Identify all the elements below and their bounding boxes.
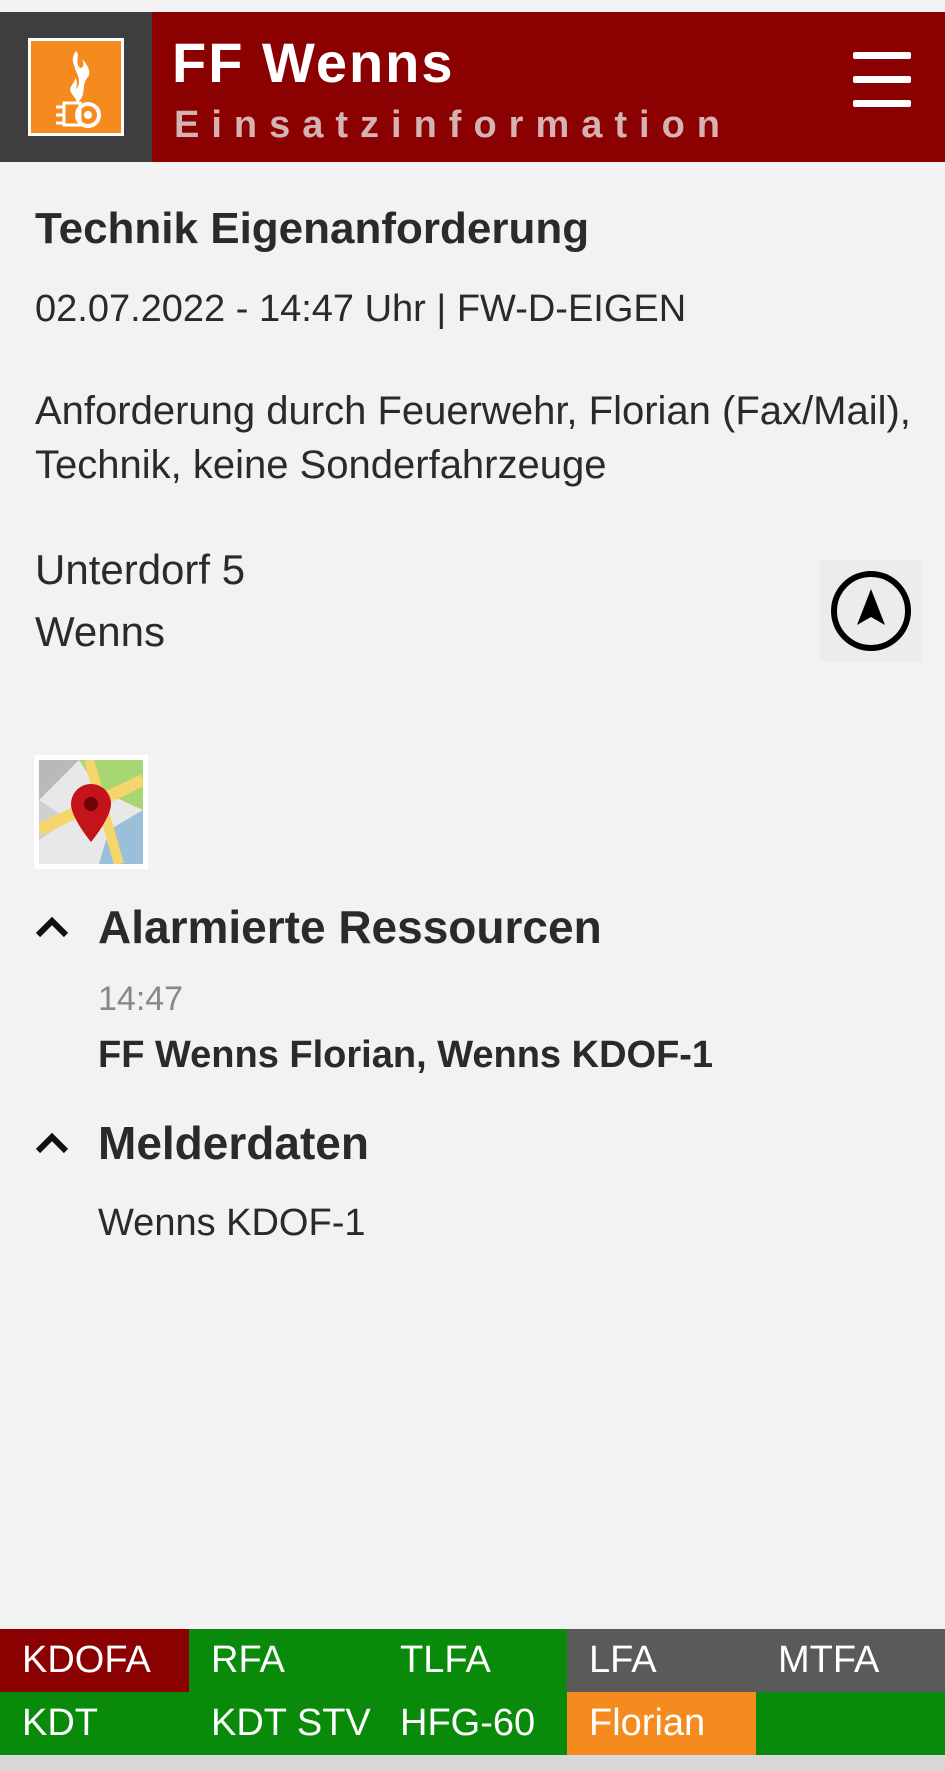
incident-meta: 02.07.2022 - 14:47 Uhr | FW-D-EIGEN	[35, 288, 687, 330]
section-title-melder: Melderdaten	[98, 1117, 369, 1169]
vehicle-kdofa[interactable]: KDOFA	[0, 1629, 189, 1692]
incident-title: Technik Eigenanforderung	[35, 204, 590, 253]
section-header-resources[interactable]: Alarmierte Ressourcen	[30, 900, 602, 954]
logo-container	[0, 12, 152, 162]
hamburger-menu-icon[interactable]	[853, 52, 911, 116]
app-subtitle: Einsatzinformation	[174, 104, 733, 146]
melder-entry: Wenns KDOF-1	[98, 1202, 366, 1244]
vehicle-kdt-stv[interactable]: KDT STV	[189, 1692, 378, 1755]
title-bar: FF Wenns Einsatzinformation	[152, 12, 945, 162]
address-street: Unterdorf 5	[35, 546, 246, 593]
navigation-arrow-icon	[831, 571, 911, 651]
bottom-bar	[0, 1755, 945, 1770]
vehicle-hfg-60[interactable]: HFG-60	[378, 1692, 567, 1755]
vehicle-florian[interactable]: Florian	[567, 1692, 756, 1755]
resource-list: FF Wenns Florian, Wenns KDOF-1	[98, 1034, 714, 1076]
map-pin-icon	[36, 758, 146, 866]
address-city: Wenns	[35, 608, 165, 655]
section-header-melder[interactable]: Melderdaten	[30, 1116, 369, 1170]
chevron-up-icon	[35, 1132, 69, 1154]
status-bar-area	[0, 0, 945, 12]
vehicle-tlfa[interactable]: TLFA	[378, 1629, 567, 1692]
map-thumbnail[interactable]	[34, 755, 148, 869]
vehicle-mtfa[interactable]: MTFA	[756, 1629, 945, 1692]
vehicle-lfa[interactable]: LFA	[567, 1629, 756, 1692]
chevron-up-icon	[35, 916, 69, 938]
app-header: FF Wenns Einsatzinformation	[0, 12, 945, 162]
section-title-resources: Alarmierte Ressourcen	[98, 901, 602, 953]
vehicle-rfa[interactable]: RFA	[189, 1629, 378, 1692]
app-title: FF Wenns	[172, 31, 455, 94]
vehicle-kdt[interactable]: KDT	[0, 1692, 189, 1755]
fire-brigade-logo-icon	[28, 38, 124, 136]
incident-description: Anforderung durch Feuerwehr, Florian (Fa…	[35, 389, 911, 487]
navigate-button[interactable]	[820, 560, 922, 662]
resource-time: 14:47	[98, 980, 184, 1018]
vehicle-empty-slot	[756, 1692, 945, 1755]
vehicle-status-grid: KDOFA RFA TLFA LFA MTFA KDT KDT STV HFG-…	[0, 1629, 945, 1755]
